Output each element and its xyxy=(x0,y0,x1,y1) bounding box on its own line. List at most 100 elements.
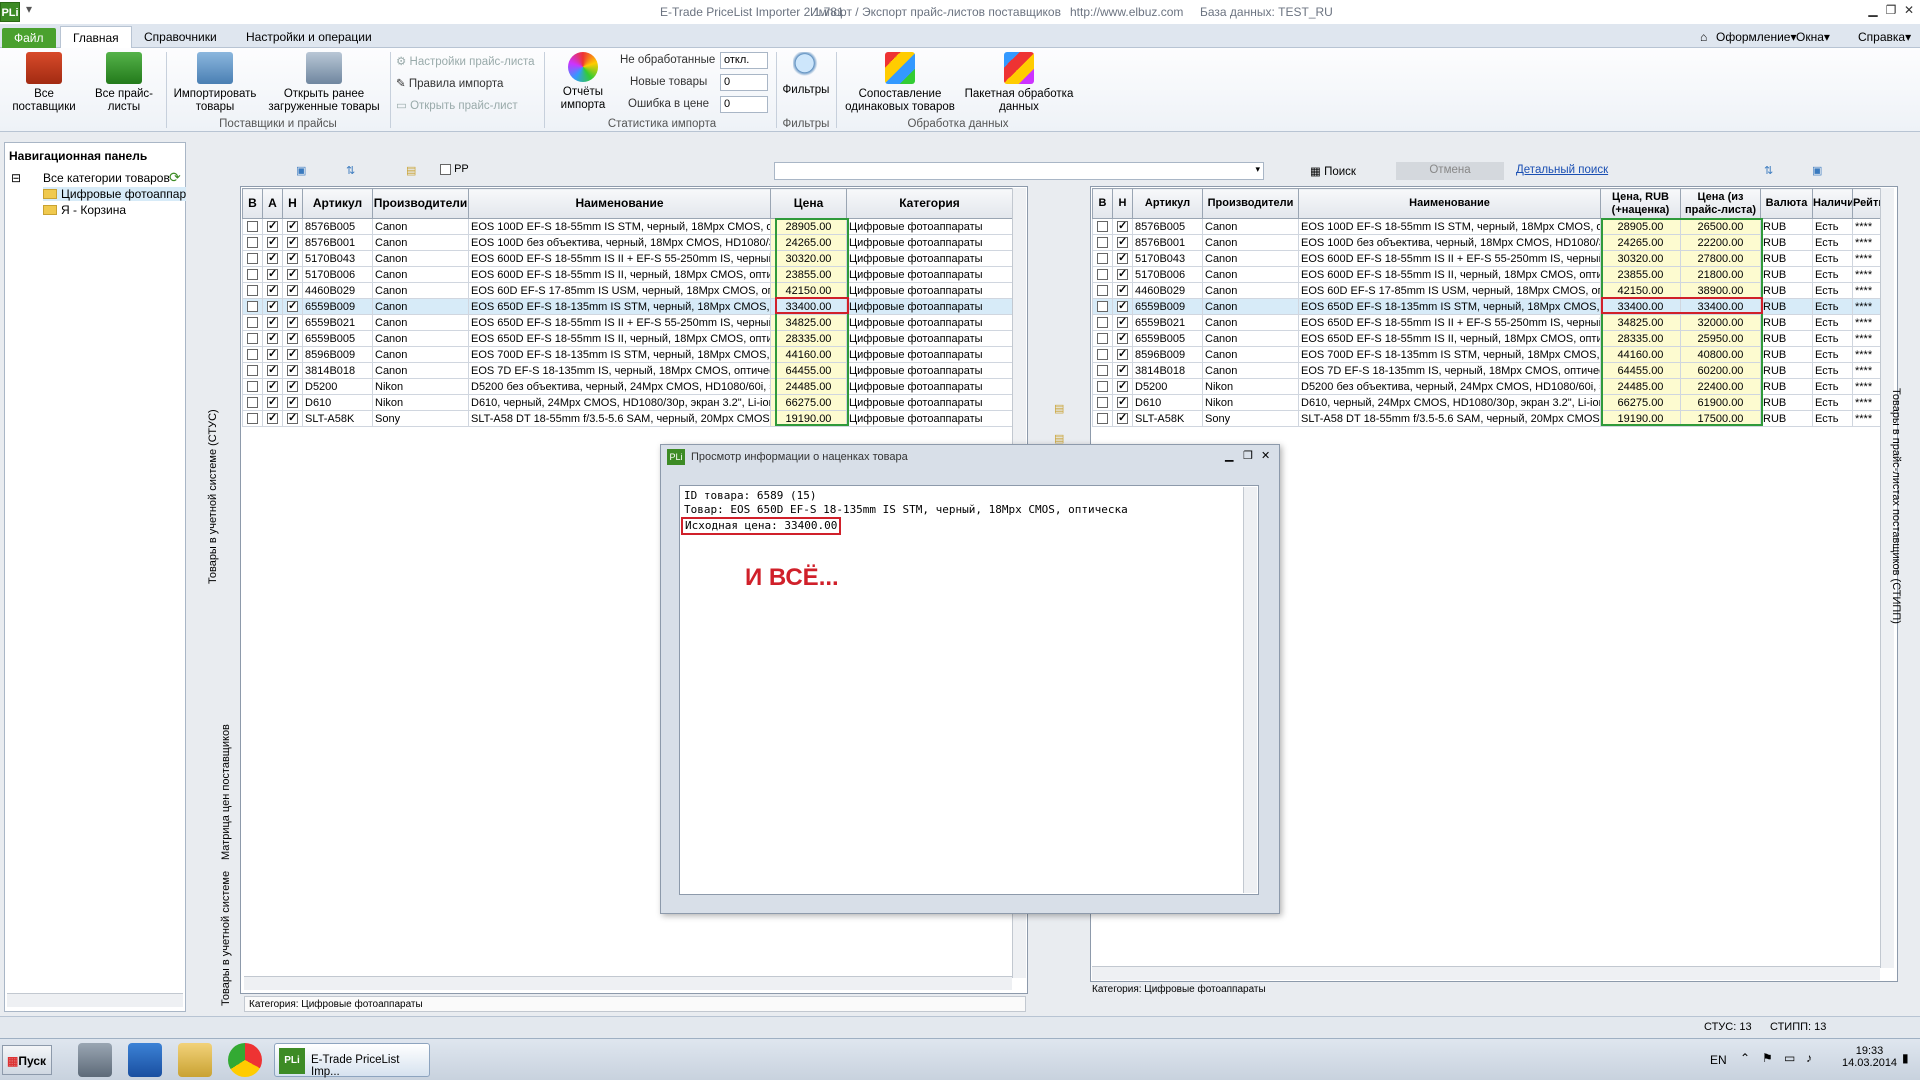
table-row[interactable]: 8576B001CanonEOS 100D без объектива, чер… xyxy=(1092,234,1881,251)
cell-v[interactable] xyxy=(1092,394,1113,411)
checkbox[interactable] xyxy=(1097,237,1108,249)
cell-price-markup[interactable]: 64455.00 xyxy=(1600,362,1681,379)
cell-category[interactable]: Цифровые фотоаппараты xyxy=(846,314,1013,331)
checkbox[interactable] xyxy=(247,285,258,297)
cell-rating[interactable]: **** xyxy=(1852,362,1881,379)
cell-v[interactable] xyxy=(242,282,263,299)
checkbox[interactable] xyxy=(247,253,258,265)
cell-price-pricelist[interactable]: 40800.00 xyxy=(1680,346,1761,363)
cell-article[interactable]: 8576B005 xyxy=(302,218,373,235)
cell-manufacturer[interactable]: Canon xyxy=(372,282,469,299)
cell-name[interactable]: EOS 650D EF-S 18-55mm IS II + EF-S 55-25… xyxy=(1298,314,1601,331)
cell-manufacturer[interactable]: Canon xyxy=(372,234,469,251)
cell-manufacturer[interactable]: Canon xyxy=(372,330,469,347)
cell-article[interactable]: 3814B018 xyxy=(1132,362,1203,379)
cell-v[interactable] xyxy=(242,250,263,267)
cell-n[interactable] xyxy=(1112,298,1133,315)
cell-v[interactable] xyxy=(1092,330,1113,347)
table-row[interactable]: 8596B009CanonEOS 700D EF-S 18-135mm IS S… xyxy=(1092,346,1881,363)
cell-manufacturer[interactable]: Canon xyxy=(1202,362,1299,379)
checkbox[interactable] xyxy=(287,268,298,281)
cell-currency[interactable]: RUB xyxy=(1760,394,1813,411)
cell-category[interactable]: Цифровые фотоаппараты xyxy=(846,282,1013,299)
cell-currency[interactable]: RUB xyxy=(1760,234,1813,251)
language-indicator[interactable]: EN xyxy=(1710,1053,1727,1067)
cell-availability[interactable]: Есть xyxy=(1812,330,1853,347)
cell-v[interactable] xyxy=(242,314,263,331)
menu-help[interactable]: Справка▾ xyxy=(1846,26,1920,48)
checkbox[interactable] xyxy=(267,268,278,281)
cell-availability[interactable]: Есть xyxy=(1812,218,1853,235)
cell-article[interactable]: D5200 xyxy=(302,378,373,395)
cell-article[interactable]: 8576B001 xyxy=(302,234,373,251)
cell-manufacturer[interactable]: Sony xyxy=(1202,410,1299,427)
checkbox[interactable] xyxy=(287,332,298,345)
table-row[interactable]: 6559B021CanonEOS 650D EF-S 18-55mm IS II… xyxy=(242,314,1013,331)
cell-v[interactable] xyxy=(242,266,263,283)
checkbox[interactable] xyxy=(267,364,278,377)
checkbox[interactable] xyxy=(1097,397,1108,409)
column-header[interactable]: Н xyxy=(1112,188,1133,219)
cell-a[interactable] xyxy=(262,330,283,347)
table-row[interactable]: 3814B018CanonEOS 7D EF-S 18-135mm IS, че… xyxy=(1092,362,1881,379)
explorer-folder-icon[interactable] xyxy=(178,1043,212,1077)
checkbox[interactable] xyxy=(267,252,278,265)
cell-category[interactable]: Цифровые фотоаппараты xyxy=(846,250,1013,267)
cell-manufacturer[interactable]: Canon xyxy=(372,218,469,235)
cell-price-pricelist[interactable]: 61900.00 xyxy=(1680,394,1761,411)
cell-name[interactable]: EOS 650D EF-S 18-55mm IS II, черный, 18M… xyxy=(468,330,771,347)
cell-price-pricelist[interactable]: 60200.00 xyxy=(1680,362,1761,379)
cell-availability[interactable]: Есть xyxy=(1812,362,1853,379)
cell-availability[interactable]: Есть xyxy=(1812,234,1853,251)
cell-category[interactable]: Цифровые фотоаппараты xyxy=(846,378,1013,395)
checkbox[interactable] xyxy=(247,269,258,281)
tab-references[interactable]: Справочники xyxy=(132,26,229,48)
checkbox[interactable] xyxy=(287,220,298,233)
tree-item-digital-cameras[interactable]: Цифровые фотоаппар xyxy=(43,187,187,201)
cell-rating[interactable]: **** xyxy=(1852,378,1881,395)
cell-n[interactable] xyxy=(282,218,303,235)
table-row[interactable]: 6559B005CanonEOS 650D EF-S 18-55mm IS II… xyxy=(242,330,1013,347)
cell-a[interactable] xyxy=(262,282,283,299)
cell-v[interactable] xyxy=(1092,378,1113,395)
cell-n[interactable] xyxy=(1112,282,1133,299)
cell-name[interactable]: EOS 7D EF-S 18-135mm IS, черный, 18Mpx C… xyxy=(1298,362,1601,379)
cell-name[interactable]: EOS 60D EF-S 17-85mm IS USM, черный, 18M… xyxy=(468,282,771,299)
checkbox[interactable] xyxy=(1117,220,1128,233)
cell-n[interactable] xyxy=(282,250,303,267)
cell-category[interactable]: Цифровые фотоаппараты xyxy=(846,410,1013,427)
cell-v[interactable] xyxy=(242,218,263,235)
checkbox[interactable] xyxy=(267,236,278,249)
cell-article[interactable]: 5170B006 xyxy=(302,266,373,283)
dialog-minimize-icon[interactable]: ▁ xyxy=(1225,449,1233,462)
open-loaded-button[interactable]: Открыть ранее загруженные товары xyxy=(262,52,386,114)
column-header[interactable]: А xyxy=(262,188,283,219)
cell-manufacturer[interactable]: Canon xyxy=(372,346,469,363)
cell-availability[interactable]: Есть xyxy=(1812,250,1853,267)
checkbox[interactable] xyxy=(287,412,298,425)
column-header[interactable]: Рейтинг xyxy=(1852,188,1881,219)
cell-manufacturer[interactable]: Canon xyxy=(372,362,469,379)
cell-article[interactable]: SLT-A58K xyxy=(302,410,373,427)
detail-search-link[interactable]: Детальный поиск xyxy=(1516,164,1608,176)
cell-availability[interactable]: Есть xyxy=(1812,346,1853,363)
checkbox[interactable] xyxy=(1097,301,1108,313)
checkbox[interactable] xyxy=(1097,317,1108,329)
checkbox[interactable] xyxy=(1117,268,1128,281)
cell-price-pricelist[interactable]: 33400.00 xyxy=(1680,298,1761,315)
sync-icon[interactable]: ⇅ xyxy=(346,164,355,177)
cell-category[interactable]: Цифровые фотоаппараты xyxy=(846,330,1013,347)
cell-price-pricelist[interactable]: 27800.00 xyxy=(1680,250,1761,267)
menu-windows[interactable]: Окна▾ xyxy=(1784,26,1842,48)
cell-price-markup[interactable]: 24265.00 xyxy=(1600,234,1681,251)
checkbox[interactable] xyxy=(1117,412,1128,425)
dialog-scrollbar[interactable] xyxy=(1243,487,1257,893)
column-header[interactable]: Цена xyxy=(770,188,847,219)
cell-v[interactable] xyxy=(242,346,263,363)
cell-category[interactable]: Цифровые фотоаппараты xyxy=(846,394,1013,411)
cell-manufacturer[interactable]: Nikon xyxy=(1202,378,1299,395)
cell-name[interactable]: EOS 650D EF-S 18-135mm IS STM, черный, 1… xyxy=(468,298,771,315)
checkbox[interactable] xyxy=(1117,396,1128,409)
checkbox[interactable] xyxy=(1097,349,1108,361)
checkbox[interactable] xyxy=(267,412,278,425)
